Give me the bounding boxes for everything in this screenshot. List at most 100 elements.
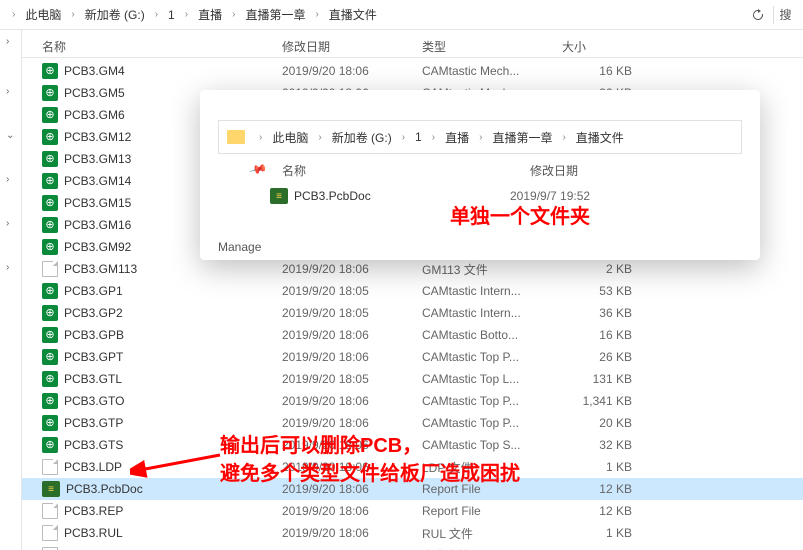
chevron-down-icon[interactable]: ⌄ (6, 130, 14, 141)
chevron-right-icon: › (71, 9, 74, 20)
file-size: 1,341 KB (562, 394, 642, 408)
crumb-folder-1[interactable]: 1 (164, 6, 179, 24)
popup-breadcrumb[interactable]: › 此电脑 › 新加卷 (G:) › 1 › 直播 › 直播第一章 › 直播文件 (218, 120, 742, 154)
file-row[interactable]: PCB3.RUL2019/9/20 18:06RUL 文件1 KB (22, 522, 803, 544)
file-name: PCB3.GM13 (64, 152, 131, 166)
chevron-right-icon[interactable]: › (6, 86, 9, 97)
chevron-right-icon: › (12, 9, 15, 20)
crumb-folder-4[interactable]: 直播文件 (325, 4, 381, 25)
crumb-folder-3[interactable]: 直播第一章 (241, 4, 309, 25)
file-row[interactable]: PCB3.GP22019/9/20 18:05CAMtastic Intern.… (22, 302, 803, 324)
file-name: PCB3.GTS (64, 438, 123, 452)
chevron-right-icon: › (259, 132, 262, 143)
chevron-right-icon: › (318, 132, 321, 143)
file-size: 20 KB (562, 416, 642, 430)
file-name: PCB3.GM5 (64, 86, 125, 100)
crumb-folder-2[interactable]: 直播 (194, 4, 226, 25)
popup-manage-label: Manage (218, 240, 261, 254)
annotation-delete-pcb: 输出后可以删除PCB， 避免多个类型文件给板厂造成困扰 (220, 432, 520, 488)
chevron-right-icon[interactable]: › (6, 174, 9, 185)
chevron-right-icon[interactable]: › (6, 218, 9, 229)
file-size: 32 KB (562, 438, 642, 452)
file-row[interactable]: PCB3.GPB2019/9/20 18:06CAMtastic Botto..… (22, 324, 803, 346)
camtastic-icon (42, 393, 58, 409)
pin-icon[interactable]: 📌 (247, 160, 268, 182)
camtastic-icon (42, 437, 58, 453)
file-date: 2019/9/20 18:06 (282, 394, 422, 408)
nav-tree[interactable]: › › ⌄ › › › (0, 30, 22, 550)
crumb-drive[interactable]: 新加卷 (G:) (328, 127, 396, 148)
file-icon (42, 459, 58, 475)
file-size: 1 KB (562, 526, 642, 540)
column-type[interactable]: 类型 (422, 38, 562, 55)
crumb-this-pc[interactable]: 此电脑 (268, 127, 312, 148)
file-row[interactable]: PCB3.GTP 2019/9/20 18:06CAMtastic Top P..… (22, 412, 803, 434)
file-row[interactable]: PCB3.GTL 2019/9/20 18:05CAMtastic Top L..… (22, 368, 803, 390)
column-date[interactable]: 修改日期 (282, 38, 422, 55)
camtastic-icon (42, 305, 58, 321)
chevron-right-icon: › (185, 9, 188, 20)
file-date: 2019/9/20 18:05 (282, 284, 422, 298)
file-size: 131 KB (562, 372, 642, 386)
file-size: 36 KB (562, 306, 642, 320)
camtastic-icon (42, 85, 58, 101)
file-size: 16 KB (562, 64, 642, 78)
file-icon (42, 503, 58, 519)
file-size: 1 KB (562, 460, 642, 474)
file-type: CAMtastic Top L... (422, 372, 562, 386)
file-name: PCB3.GM113 (64, 262, 137, 276)
camtastic-icon (42, 283, 58, 299)
crumb-this-pc[interactable]: 此电脑 (21, 4, 65, 25)
camtastic-icon (42, 195, 58, 211)
popup-window: › 此电脑 › 新加卷 (G:) › 1 › 直播 › 直播第一章 › 直播文件… (200, 90, 760, 260)
file-type: 文本文档 (422, 547, 562, 550)
file-name: PCB3.GM14 (64, 174, 131, 188)
file-size: 12 KB (562, 482, 642, 496)
file-name: PCB3.GP1 (64, 284, 123, 298)
file-date: 2019/9/20 18:06 (282, 416, 422, 430)
crumb-drive[interactable]: 新加卷 (G:) (81, 4, 149, 25)
file-row[interactable]: PCB3.GM1132019/9/20 18:06GM113 文件2 KB (22, 258, 803, 280)
camtastic-icon (42, 415, 58, 431)
crumb-folder-4[interactable]: 直播文件 (572, 127, 628, 148)
file-row[interactable]: PCB3.GM42019/9/20 18:06CAMtastic Mech...… (22, 60, 803, 82)
file-type: CAMtastic Top P... (422, 394, 562, 408)
chevron-right-icon: › (155, 9, 158, 20)
file-name: PCB3.GM6 (64, 108, 125, 122)
search-icon[interactable]: 搜 (773, 6, 797, 24)
crumb-folder-2[interactable]: 直播 (441, 127, 473, 148)
camtastic-icon (42, 151, 58, 167)
file-row[interactable]: PCB3.TXT2019/9/20 18:06文本文档11 KB (22, 544, 803, 550)
popup-column-name[interactable]: 名称 (270, 162, 530, 179)
file-type: CAMtastic Intern... (422, 284, 562, 298)
column-name[interactable]: 名称 (22, 38, 282, 55)
camtastic-icon (42, 327, 58, 343)
camtastic-icon (42, 371, 58, 387)
file-row[interactable]: PCB3.REP2019/9/20 18:06Report File12 KB (22, 500, 803, 522)
crumb-folder-1[interactable]: 1 (411, 128, 426, 146)
file-icon (42, 525, 58, 541)
file-size: 12 KB (562, 504, 642, 518)
breadcrumb[interactable]: › 此电脑 › 新加卷 (G:) › 1 › 直播 › 直播第一章 › 直播文件… (0, 0, 803, 30)
file-size: 2 KB (562, 262, 642, 276)
crumb-folder-3[interactable]: 直播第一章 (488, 127, 556, 148)
file-name: PCB3.GM12 (64, 130, 131, 144)
file-date: 2019/9/20 18:05 (282, 372, 422, 386)
file-row[interactable]: PCB3.GP1 2019/9/20 18:05CAMtastic Intern.… (22, 280, 803, 302)
file-name: PCB3.GTL (64, 372, 122, 386)
chevron-right-icon: › (402, 132, 405, 143)
chevron-right-icon[interactable]: › (6, 36, 9, 47)
column-size[interactable]: 大小 (562, 38, 642, 55)
file-row[interactable]: PCB3.GPT2019/9/20 18:06CAMtastic Top P..… (22, 346, 803, 368)
file-row[interactable]: PCB3.GTO2019/9/20 18:06CAMtastic Top P..… (22, 390, 803, 412)
file-type: CAMtastic Top P... (422, 416, 562, 430)
camtastic-icon (42, 217, 58, 233)
file-name: PCB3.GP2 (64, 306, 123, 320)
file-name: PCB3.GTP (64, 416, 123, 430)
pcb-icon (42, 481, 60, 497)
column-headers[interactable]: 名称 修改日期 类型 大小 (22, 30, 803, 58)
chevron-right-icon[interactable]: › (6, 262, 9, 273)
popup-column-date[interactable]: 修改日期 (530, 162, 578, 179)
chevron-right-icon: › (315, 9, 318, 20)
refresh-icon[interactable] (749, 6, 767, 24)
